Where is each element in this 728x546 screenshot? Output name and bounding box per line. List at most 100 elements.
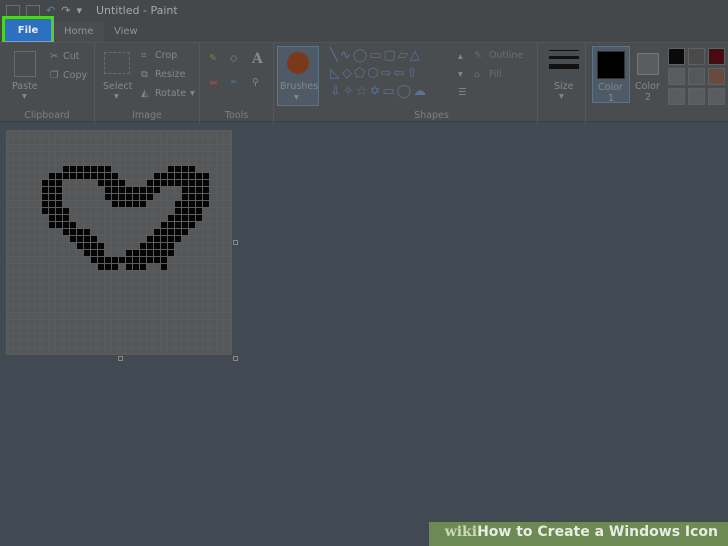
pixel-cell[interactable] bbox=[217, 187, 223, 193]
pixel-cell[interactable] bbox=[189, 229, 195, 235]
pixel-cell[interactable] bbox=[35, 257, 41, 263]
pixel-cell[interactable] bbox=[42, 194, 48, 200]
pixel-cell[interactable] bbox=[224, 306, 230, 312]
pixel-cell[interactable] bbox=[196, 264, 202, 270]
pixel-cell[interactable] bbox=[49, 236, 55, 242]
pixel-cell[interactable] bbox=[175, 201, 181, 207]
pixel-cell[interactable] bbox=[49, 320, 55, 326]
pixel-cell[interactable] bbox=[105, 341, 111, 347]
pixel-cell[interactable] bbox=[35, 222, 41, 228]
pixel-cell[interactable] bbox=[140, 138, 146, 144]
pixel-cell[interactable] bbox=[224, 215, 230, 221]
pixel-cell[interactable] bbox=[168, 152, 174, 158]
pixel-cell[interactable] bbox=[84, 173, 90, 179]
pixel-cell[interactable] bbox=[182, 341, 188, 347]
pixel-cell[interactable] bbox=[14, 208, 20, 214]
pixel-cell[interactable] bbox=[21, 152, 27, 158]
pixel-cell[interactable] bbox=[77, 208, 83, 214]
pixel-cell[interactable] bbox=[189, 173, 195, 179]
pixel-cell[interactable] bbox=[91, 159, 97, 165]
pixel-cell[interactable] bbox=[175, 257, 181, 263]
pixel-cell[interactable] bbox=[42, 285, 48, 291]
pixel-cell[interactable] bbox=[56, 180, 62, 186]
pixel-cell[interactable] bbox=[154, 348, 160, 354]
pixel-cell[interactable] bbox=[77, 285, 83, 291]
pixel-cell[interactable] bbox=[140, 187, 146, 193]
pixel-cell[interactable] bbox=[42, 166, 48, 172]
pixel-cell[interactable] bbox=[140, 271, 146, 277]
pixel-cell[interactable] bbox=[119, 208, 125, 214]
pixel-cell[interactable] bbox=[98, 138, 104, 144]
pixel-cell[interactable] bbox=[21, 257, 27, 263]
pixel-cell[interactable] bbox=[112, 159, 118, 165]
pixel-cell[interactable] bbox=[28, 257, 34, 263]
pixel-cell[interactable] bbox=[147, 292, 153, 298]
pixel-cell[interactable] bbox=[7, 320, 13, 326]
pixel-cell[interactable] bbox=[161, 145, 167, 151]
pixel-cell[interactable] bbox=[21, 138, 27, 144]
pixel-cell[interactable] bbox=[98, 152, 104, 158]
pixel-cell[interactable] bbox=[147, 131, 153, 137]
pixel-cell[interactable] bbox=[14, 278, 20, 284]
pixel-cell[interactable] bbox=[154, 145, 160, 151]
pixel-cell[interactable] bbox=[42, 152, 48, 158]
pixel-cell[interactable] bbox=[154, 292, 160, 298]
pixel-cell[interactable] bbox=[210, 194, 216, 200]
pixel-cell[interactable] bbox=[28, 334, 34, 340]
pixel-cell[interactable] bbox=[210, 222, 216, 228]
pixel-cell[interactable] bbox=[42, 243, 48, 249]
pixel-cell[interactable] bbox=[189, 292, 195, 298]
pixel-cell[interactable] bbox=[112, 173, 118, 179]
pixel-cell[interactable] bbox=[154, 299, 160, 305]
pixel-cell[interactable] bbox=[126, 320, 132, 326]
pixel-cell[interactable] bbox=[7, 264, 13, 270]
pixel-cell[interactable] bbox=[21, 173, 27, 179]
pixel-cell[interactable] bbox=[7, 257, 13, 263]
magnifier-icon[interactable]: ⚲ bbox=[252, 77, 259, 88]
pixel-cell[interactable] bbox=[77, 257, 83, 263]
pixel-cell[interactable] bbox=[70, 285, 76, 291]
pixel-cell[interactable] bbox=[161, 278, 167, 284]
pixel-cell[interactable] bbox=[14, 313, 20, 319]
pixel-cell[interactable] bbox=[140, 320, 146, 326]
pixel-cell[interactable] bbox=[28, 250, 34, 256]
pixel-cell[interactable] bbox=[35, 236, 41, 242]
pixel-cell[interactable] bbox=[182, 145, 188, 151]
pixel-cell[interactable] bbox=[224, 159, 230, 165]
pixel-cell[interactable] bbox=[154, 271, 160, 277]
pixel-cell[interactable] bbox=[77, 236, 83, 242]
pixel-cell[interactable] bbox=[189, 208, 195, 214]
pixel-cell[interactable] bbox=[49, 159, 55, 165]
pixel-cell[interactable] bbox=[133, 180, 139, 186]
pixel-cell[interactable] bbox=[161, 180, 167, 186]
pixel-cell[interactable] bbox=[91, 250, 97, 256]
pixel-cell[interactable] bbox=[49, 264, 55, 270]
pixel-cell[interactable] bbox=[203, 271, 209, 277]
pixel-cell[interactable] bbox=[182, 222, 188, 228]
pixel-cell[interactable] bbox=[105, 299, 111, 305]
pixel-cell[interactable] bbox=[84, 222, 90, 228]
pixel-cell[interactable] bbox=[105, 264, 111, 270]
pixel-cell[interactable] bbox=[28, 222, 34, 228]
pixel-cell[interactable] bbox=[133, 264, 139, 270]
pixel-cell[interactable] bbox=[7, 145, 13, 151]
copy-button[interactable]: Copy bbox=[63, 70, 87, 81]
pixel-cell[interactable] bbox=[217, 257, 223, 263]
pixel-cell[interactable] bbox=[154, 306, 160, 312]
pixel-cell[interactable] bbox=[182, 215, 188, 221]
pixel-cell[interactable] bbox=[126, 208, 132, 214]
brushes-button[interactable]: Brushes ▾ bbox=[277, 46, 319, 106]
pixel-cell[interactable] bbox=[217, 327, 223, 333]
pixel-cell[interactable] bbox=[168, 306, 174, 312]
pixel-cell[interactable] bbox=[28, 313, 34, 319]
pixel-cell[interactable] bbox=[49, 194, 55, 200]
pixel-cell[interactable] bbox=[42, 180, 48, 186]
pixel-cell[interactable] bbox=[105, 201, 111, 207]
pixel-cell[interactable] bbox=[133, 243, 139, 249]
pixel-cell[interactable] bbox=[77, 313, 83, 319]
pixel-cell[interactable] bbox=[35, 264, 41, 270]
pixel-cell[interactable] bbox=[84, 152, 90, 158]
pixel-cell[interactable] bbox=[224, 327, 230, 333]
pixel-cell[interactable] bbox=[161, 159, 167, 165]
pixel-cell[interactable] bbox=[112, 348, 118, 354]
